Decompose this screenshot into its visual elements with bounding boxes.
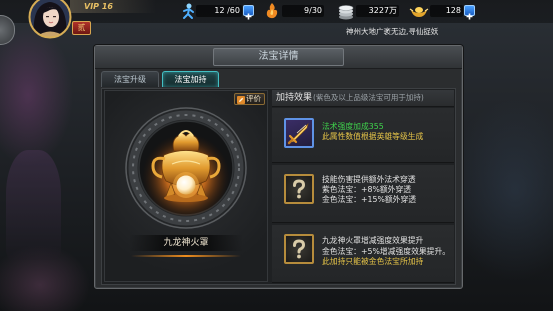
sword-icon	[287, 123, 309, 145]
coin-value: 3227万	[368, 6, 397, 15]
gold-ingot-icon	[409, 7, 429, 17]
name-underline	[131, 255, 241, 257]
effect-line: 紫色法宝：+8%额外穿透	[322, 185, 412, 194]
treasure-card: 评价 九龙神火罩	[104, 90, 268, 282]
effect-line: 技能伤害提供额外法术穿透	[322, 175, 416, 184]
effect-line: 金色法宝：+5%增减强度效果提升。	[322, 246, 451, 256]
cauldron-icon	[125, 107, 247, 229]
effect-line: 此加持只能被金色法宝所加持	[322, 257, 424, 266]
blessing-effects: 加持效果 (紫色及以上品级法宝可用于加持) 法术强度加成355 此属性数值根据英…	[272, 90, 454, 283]
plus-icon	[466, 13, 473, 20]
scrolling-notice: 神州大地广袤无边,寻仙捉妖	[346, 27, 439, 36]
stamina-icon	[183, 3, 194, 19]
rate-button[interactable]: 评价	[234, 93, 265, 105]
stamina-value: 12 /60	[214, 6, 240, 15]
question-mark-icon	[293, 179, 306, 199]
effects-heading: 加持效果	[276, 93, 313, 103]
vip-level[interactable]: VIP 16	[84, 1, 113, 12]
panel-title: 法宝详情	[258, 51, 299, 62]
pencil-icon	[237, 95, 245, 104]
effects-note: (紫色及以上品级法宝可用于加持)	[313, 93, 424, 102]
effects-header: 加持效果 (紫色及以上品级法宝可用于加持)	[272, 90, 454, 107]
effect-line: 法术强度加成355	[322, 122, 384, 131]
treasure-detail-panel: 法宝详情 法宝升级 法宝加持 评价 九龙神火罩 加持效果 (紫色及以上品级法宝可…	[94, 45, 463, 289]
effect-slot-1[interactable]	[284, 118, 314, 148]
vip-plate	[70, 0, 156, 13]
question-mark-icon	[293, 239, 306, 259]
effect-line: 此属性数值根据英雄等级生成	[322, 131, 424, 141]
effect-slot-2[interactable]	[284, 174, 314, 204]
effect-row-1: 法术强度加成355 此属性数值根据英雄等级生成	[272, 108, 454, 163]
rank-badge: 贰	[72, 21, 91, 35]
background-character	[6, 150, 61, 260]
game-screen: VIP 16 贰 12 /60 9/30 3227万 128 神州大地广袤无边,…	[0, 0, 553, 311]
coin-icon	[338, 5, 354, 20]
rate-button-label: 评价	[246, 94, 261, 103]
tab-upgrade[interactable]: 法宝升级	[101, 71, 159, 87]
tab-content: 评价 九龙神火罩 加持效果 (紫色及以上品级法宝可用于加持) 法术强度加成355…	[101, 88, 456, 285]
treasure-name: 九龙神火罩	[163, 238, 209, 248]
effect-row-3: 九龙神火罩增减强度效果提升 金色法宝：+5%增减强度效果提升。 此加持只能被金色…	[272, 225, 454, 283]
player-avatar[interactable]	[28, 0, 72, 39]
effect-slot-3[interactable]	[284, 234, 314, 264]
tab-blessing[interactable]: 法宝加持	[162, 71, 219, 87]
energy-icon	[266, 3, 278, 19]
effect-line: 九龙神火罩增减强度效果提升	[322, 236, 424, 245]
energy-value: 9/30	[304, 6, 322, 15]
add-gold-button[interactable]	[464, 5, 475, 20]
gold-value: 128	[445, 6, 461, 15]
plus-icon	[245, 13, 252, 20]
effect-row-2: 技能伤害提供额外法术穿透 紫色法宝：+8%额外穿透 金色法宝：+15%额外穿透	[272, 165, 454, 223]
effect-line: 金色法宝：+15%额外穿透	[322, 195, 417, 204]
add-stamina-button[interactable]	[243, 5, 254, 20]
